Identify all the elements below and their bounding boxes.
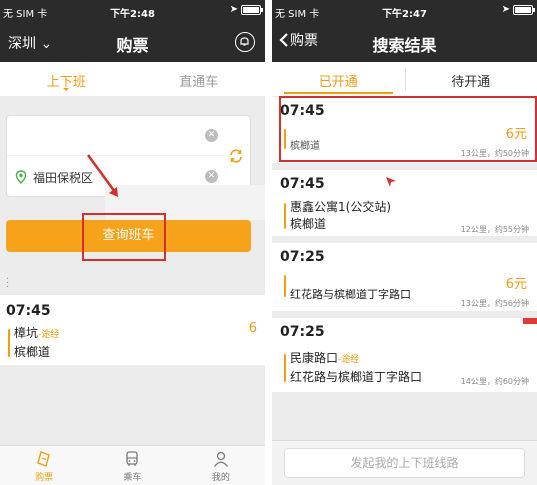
ticket-icon <box>37 451 50 467</box>
location-arrow-icon: ➤ <box>501 4 510 15</box>
annotation-arrow-icon <box>86 154 118 197</box>
clock: 下午2:48 <box>110 9 155 20</box>
battery-icon <box>241 4 263 15</box>
result-card[interactable]: 07:25 民康路口-途经 红花路与槟榔道丁字路口 14公里，约60分钟 <box>272 318 537 392</box>
nav-ride[interactable]: 乘车 <box>88 446 176 485</box>
stop-partial: 红花路与槟榔道丁字路口 <box>290 288 411 301</box>
departure-time: 07:25 <box>280 249 325 265</box>
destination-stop: 槟榔道 <box>14 345 51 359</box>
route-stops: 樟坑-途经 槟榔道 <box>6 325 59 361</box>
bus-icon <box>126 451 139 466</box>
distance-duration: 13公里，约56分钟 <box>460 299 529 308</box>
divider <box>265 0 272 485</box>
clear-origin-icon[interactable]: ✕ <box>205 129 218 142</box>
status-bar: 无 SIM 卡 下午2:47 ➤ <box>272 0 537 22</box>
origin-stop: 惠鑫公寓1(公交站) <box>290 200 391 214</box>
price-partial: 6 <box>248 321 257 336</box>
tab-commute[interactable]: 上下班 <box>0 62 133 96</box>
status-bar: 无 SIM 卡 下午2:48 ➤ <box>0 0 265 22</box>
tab-express[interactable]: 直通车 <box>133 62 266 96</box>
departure-time: 07:45 <box>280 176 325 192</box>
cursor-icon <box>386 177 396 187</box>
ticket-screen: 无 SIM 卡 下午2:48 ➤ 深圳 ⌄ 购票 上下班 直通车 ✕ 福田保税区… <box>0 0 265 485</box>
annotation-highlight-box <box>82 213 166 261</box>
route-stops: 红花路与槟榔道丁字路口 <box>282 271 411 301</box>
origin-stop: 民康路口-途经 <box>290 351 360 365</box>
result-card[interactable]: 07:45 惠鑫公寓1(公交站) 槟榔道 12公里，约55分钟 <box>272 170 537 236</box>
propose-route-button[interactable]: 发起我的上下班线路 <box>284 448 525 478</box>
nav-tickets[interactable]: 购票 <box>0 446 88 485</box>
departure-time: 07:45 <box>6 303 51 319</box>
tab-bar: 已开通 待开通 <box>272 62 537 96</box>
annotation-highlight-box <box>279 96 537 162</box>
tab-opened[interactable]: 已开通 <box>272 62 405 96</box>
bell-icon[interactable] <box>235 32 255 52</box>
bottom-nav: 购票 乘车 我的 <box>0 445 265 485</box>
route-stops: 惠鑫公寓1(公交站) 槟榔道 <box>282 199 391 233</box>
location-pin-icon <box>15 169 27 188</box>
nav-bar: 购票 搜索结果 <box>272 22 537 62</box>
location-arrow-icon: ➤ <box>229 4 238 15</box>
clock: 下午2:47 <box>382 9 427 20</box>
bus-result-card[interactable]: 07:45 樟坑-途经 槟榔道 6 <box>0 295 265 365</box>
search-results-screen: 无 SIM 卡 下午2:47 ➤ 购票 搜索结果 已开通 待开通 07:45 槟… <box>272 0 537 485</box>
tag-badge <box>523 318 537 324</box>
route-stops: 民康路口-途经 红花路与槟榔道丁字路口 <box>282 350 422 386</box>
origin-stop: 樟坑-途经 <box>14 326 60 340</box>
nav-profile[interactable]: 我的 <box>177 446 265 485</box>
destination-value: 福田保税区 <box>33 171 94 185</box>
tab-bar: 上下班 直通车 <box>0 62 265 96</box>
origin-field[interactable]: ✕ <box>7 116 222 156</box>
tab-pending[interactable]: 待开通 <box>405 62 537 96</box>
battery-icon <box>513 4 535 15</box>
destination-stop: 红花路与槟榔道丁字路口 <box>290 370 423 384</box>
page-title: 搜索结果 <box>372 36 437 55</box>
clear-destination-icon[interactable]: ✕ <box>205 170 218 183</box>
result-card[interactable]: 07:25 红花路与槟榔道丁字路口 6元 13公里，约56分钟 <box>272 243 537 311</box>
departure-time: 07:25 <box>280 324 325 340</box>
swap-icon[interactable] <box>228 148 244 168</box>
more-dots-icon: · · · <box>6 274 10 293</box>
user-icon <box>213 451 228 467</box>
price: 6元 <box>505 277 527 292</box>
nav-bar: 深圳 ⌄ 购票 <box>0 22 265 62</box>
distance-duration: 12公里，约55分钟 <box>460 225 529 234</box>
destination-stop: 槟榔道 <box>290 217 327 231</box>
distance-duration: 14公里，约60分钟 <box>460 377 529 386</box>
page-title: 购票 <box>116 36 149 55</box>
